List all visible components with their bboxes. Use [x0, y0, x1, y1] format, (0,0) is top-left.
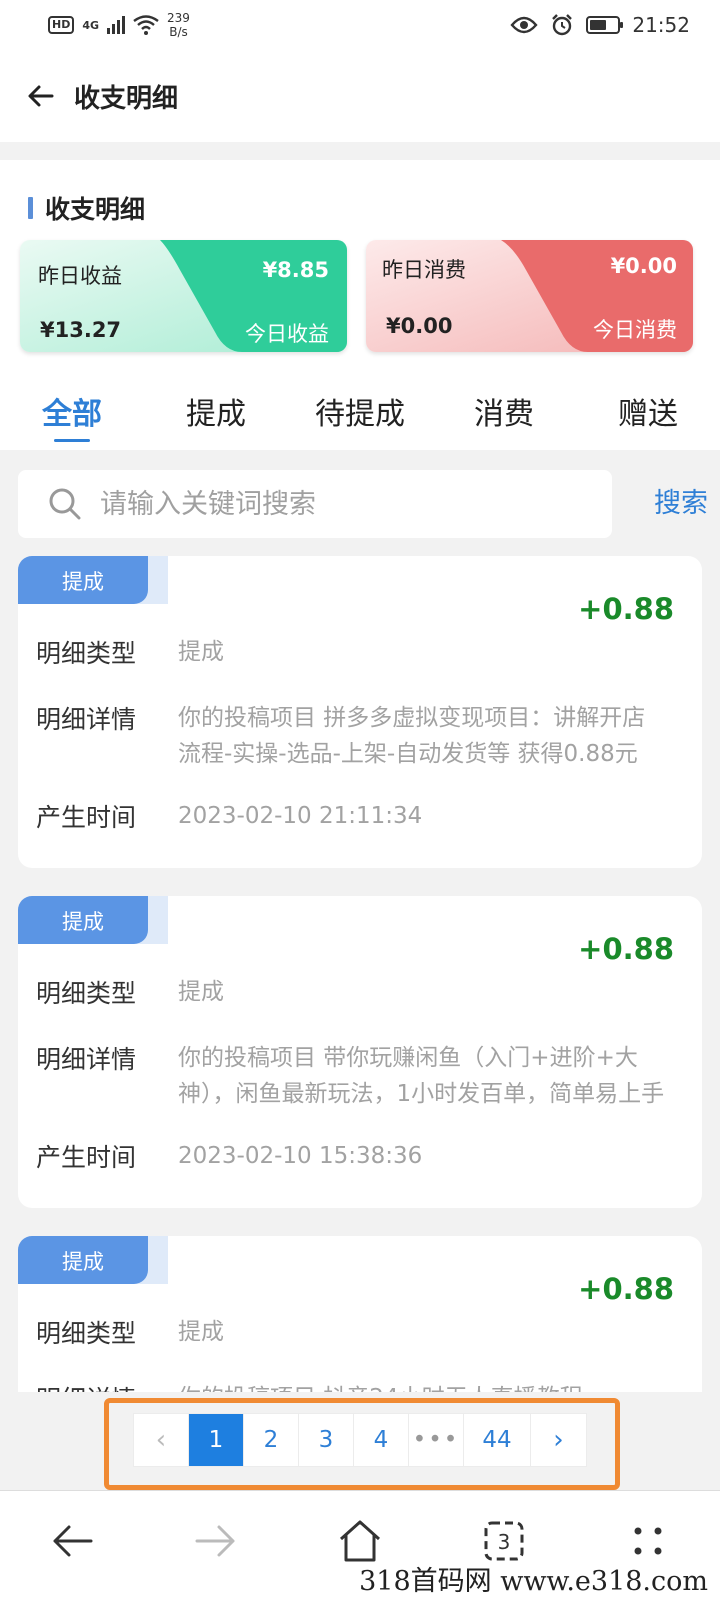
record-type-label: 明细类型 [36, 639, 137, 668]
summary-section: 收支明细 昨日收益 ¥13.27 ¥8.85 今日收益 昨日消费 ¥0.00 ¥… [0, 160, 720, 450]
records-list[interactable]: 提成 +0.88 明细类型 提成 明细详情 你的投稿项目 拼多多虚拟变现项目：讲… [18, 556, 702, 1392]
record-detail-value: 你的投稿项目 抖音24小时无人直播教程 [178, 1380, 668, 1392]
page-button-2[interactable]: 2 [244, 1414, 299, 1466]
page-button-4[interactable]: 4 [354, 1414, 409, 1466]
record-detail-row: 明细详情 你的投稿项目 拼多多虚拟变现项目：讲解开店流程-实操-选品-上架-自动… [36, 700, 668, 772]
record-tag: 提成 [18, 1236, 148, 1284]
record-card[interactable]: 提成 +0.88 明细类型 提成 明细详情 你的投稿项目 抖音24小时无人直播教… [18, 1236, 702, 1392]
section-title: 收支明细 [28, 190, 145, 226]
next-page-button[interactable]: › [531, 1414, 586, 1466]
tab-consumption[interactable]: 消费 [432, 385, 576, 450]
expense-today-value: ¥0.00 [610, 254, 677, 278]
search-button[interactable]: 搜索 [654, 470, 708, 538]
pagination: ‹ 1 2 3 4 ••• 44 › [133, 1413, 587, 1467]
record-type-label: 明细类型 [36, 1319, 137, 1348]
home-icon [339, 1520, 381, 1561]
income-yesterday-value: ¥13.27 [40, 318, 122, 342]
record-detail-row: 明细详情 你的投稿项目 带你玩赚闲鱼（入门+进阶+大神），闲鱼最新玩法，1小时发… [36, 1040, 668, 1112]
search-icon [49, 488, 81, 520]
record-detail-value: 你的投稿项目 拼多多虚拟变现项目：讲解开店流程-实操-选品-上架-自动发货等 获… [178, 705, 646, 767]
search-input[interactable] [100, 488, 580, 520]
prev-page-button[interactable]: ‹ [134, 1414, 189, 1466]
record-amount: +0.88 [578, 932, 674, 966]
record-type-row: 明细类型 提成 [36, 1314, 668, 1350]
record-type-value: 提成 [178, 1319, 224, 1345]
record-card[interactable]: 提成 +0.88 明细类型 提成 明细详情 你的投稿项目 带你玩赚闲鱼（入门+进… [18, 896, 702, 1208]
back-arrow-icon [53, 1525, 93, 1556]
page-title: 收支明细 [74, 83, 179, 114]
browser-back-button[interactable] [42, 1511, 102, 1571]
record-type-value: 提成 [178, 639, 224, 665]
tab-commission[interactable]: 提成 [144, 385, 288, 450]
record-type-value: 提成 [178, 979, 224, 1005]
income-yesterday-label: 昨日收益 [38, 264, 122, 288]
page-button-1[interactable]: 1 [189, 1414, 244, 1466]
record-card[interactable]: 提成 +0.88 明细类型 提成 明细详情 你的投稿项目 拼多多虚拟变现项目：讲… [18, 556, 702, 868]
pagination-highlight: ‹ 1 2 3 4 ••• 44 › [104, 1398, 620, 1490]
record-type-row: 明细类型 提成 [36, 634, 668, 670]
browser-forward-button[interactable] [186, 1511, 246, 1571]
record-detail-value: 你的投稿项目 带你玩赚闲鱼（入门+进阶+大神），闲鱼最新玩法，1小时发百单，简单… [178, 1045, 665, 1107]
network-type: 4G [82, 18, 100, 32]
record-tag: 提成 [18, 896, 148, 944]
tabs-count-icon: 3 [484, 1521, 524, 1560]
record-amount: +0.88 [578, 592, 674, 626]
speed-value: 239 [167, 11, 190, 25]
record-detail-label: 明细详情 [36, 1045, 137, 1074]
income-card[interactable]: 昨日收益 ¥13.27 ¥8.85 今日收益 [20, 240, 347, 352]
status-bar: HD 4G 239 B/s 21:52 [0, 0, 720, 50]
eye-icon [510, 16, 538, 34]
record-type-row: 明细类型 提成 [36, 974, 668, 1010]
page-ellipsis[interactable]: ••• [409, 1414, 464, 1466]
record-detail-label: 明细详情 [36, 1380, 178, 1392]
browser-bottom-nav: 3 318首码网 www.e318.com [0, 1490, 720, 1600]
expense-card[interactable]: 昨日消费 ¥0.00 ¥0.00 今日消费 [366, 240, 693, 352]
network-speed: 239 B/s [167, 11, 190, 39]
status-left: HD 4G 239 B/s [48, 11, 190, 39]
record-time-row: 产生时间 2023-02-10 21:11:34 [36, 798, 668, 834]
section-title-marker [28, 197, 33, 219]
page-button-3[interactable]: 3 [299, 1414, 354, 1466]
clock: 21:52 [632, 13, 690, 37]
status-right: 21:52 [510, 13, 690, 37]
alarm-icon [552, 14, 573, 36]
expense-today-label: 今日消费 [593, 318, 677, 342]
section-title-text: 收支明细 [45, 195, 146, 224]
record-time-label: 产生时间 [36, 803, 137, 832]
expense-yesterday-label: 昨日消费 [382, 258, 466, 282]
search-bar: 搜索 [18, 470, 708, 538]
tab-pending-commission[interactable]: 待提成 [288, 385, 432, 450]
forward-arrow-icon [195, 1525, 235, 1556]
menu-dots-icon [634, 1527, 662, 1554]
record-detail-row: 明细详情 你的投稿项目 抖音24小时无人直播教程 [36, 1380, 668, 1392]
record-detail-label: 明细详情 [36, 705, 137, 734]
income-today-value: ¥8.85 [262, 258, 329, 282]
signal-icon [107, 16, 126, 34]
record-type-label: 明细类型 [36, 979, 137, 1008]
tab-all[interactable]: 全部 [0, 385, 144, 450]
speed-unit: B/s [169, 25, 188, 39]
income-today-label: 今日收益 [245, 322, 329, 346]
back-arrow-icon[interactable] [26, 81, 56, 111]
expense-yesterday-value: ¥0.00 [386, 314, 453, 338]
record-time-value: 2023-02-10 21:11:34 [178, 803, 423, 829]
record-time-label: 产生时间 [36, 1143, 137, 1172]
watermark: 318首码网 www.e318.com [359, 1566, 708, 1597]
record-tag: 提成 [18, 556, 148, 604]
search-box[interactable] [18, 470, 612, 538]
svg-text:3: 3 [498, 1530, 511, 1554]
app-bar: 收支明细 [0, 50, 720, 142]
page-button-last[interactable]: 44 [464, 1414, 531, 1466]
filter-tabs: 全部 提成 待提成 消费 赠送 [0, 385, 720, 450]
hd-badge: HD [48, 16, 75, 34]
record-time-value: 2023-02-10 15:38:36 [178, 1143, 423, 1169]
wifi-icon [133, 15, 159, 35]
battery-icon [586, 16, 624, 34]
record-time-row: 产生时间 2023-02-10 15:38:36 [36, 1138, 668, 1174]
record-amount: +0.88 [578, 1272, 674, 1306]
tab-gift[interactable]: 赠送 [576, 385, 720, 450]
